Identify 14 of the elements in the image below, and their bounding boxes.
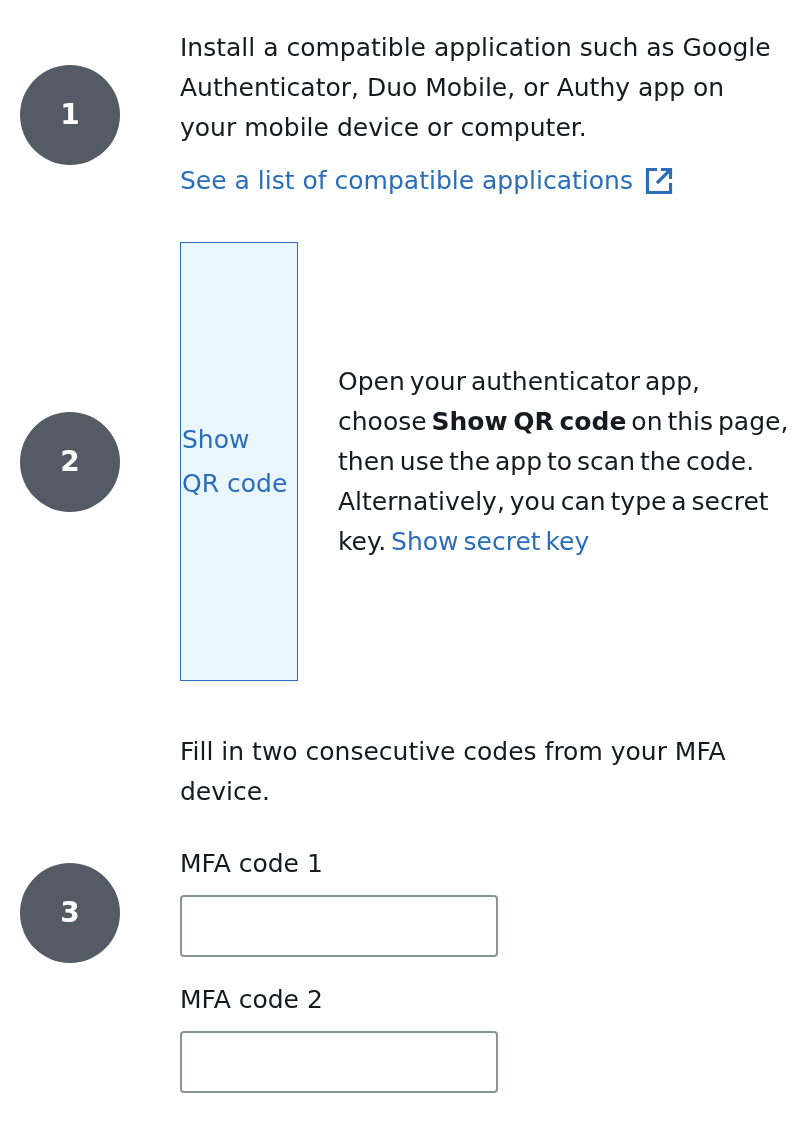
step-instructions: Open your authenticator app, choose Show QR code on this page, then use the app to scan the code. Alternatively, you can type a secret key. Show secret key — [338, 365, 790, 558]
field-label: MFA code 2 — [180, 984, 323, 1016]
input-field[interactable] — [180, 895, 498, 957]
step-number: 2 — [20, 411, 120, 512]
compatible-apps-link[interactable]: See a list of compatible applications — [180, 161, 673, 201]
step-instructions: Install a compatible application such as Google Authenticator, Duo Mobile, or Authy app on your mobile device or computer. — [180, 32, 772, 144]
field-label: MFA code 1 — [180, 848, 323, 880]
step-number: 1 — [20, 64, 120, 165]
input-field[interactable] — [180, 1031, 498, 1093]
external-link-icon — [644, 167, 673, 195]
step-instructions: Fill in two consecutive codes from your MFA device. — [180, 736, 727, 808]
show-secret-key-link[interactable]: Show secret key — [391, 526, 590, 556]
step-number: 3 — [20, 862, 120, 963]
show-qr-code-button[interactable]: Show QR code — [180, 242, 298, 681]
